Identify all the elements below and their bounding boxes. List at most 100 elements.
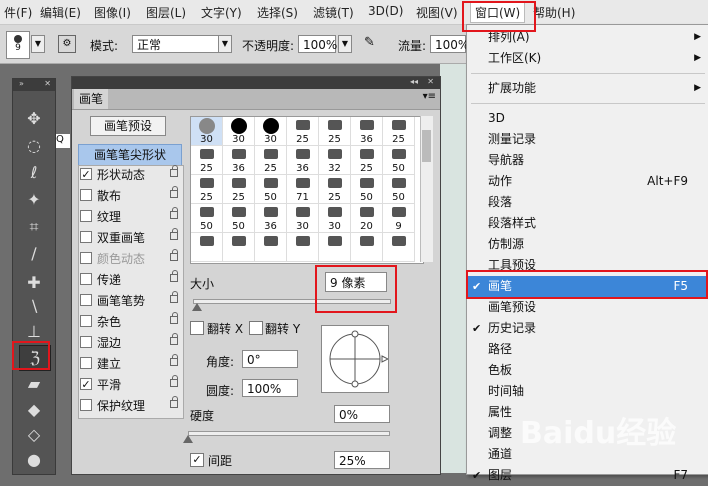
size-slider-thumb[interactable] [192,303,202,311]
brush-option-checkbox[interactable] [80,357,92,369]
angle-field[interactable]: 0° [242,350,298,368]
brush-preset-cell[interactable]: 71 [287,175,319,204]
crop-tool-icon[interactable]: ⌗ [19,215,49,239]
brush-option-row[interactable]: ✓ 平滑 [78,375,182,395]
window-menu-item[interactable]: 路径 [467,339,708,360]
brush-option-row[interactable]: 纹理 [78,207,182,227]
brush-presets-button[interactable]: 画笔预设 [90,116,166,136]
brush-option-checkbox[interactable] [80,315,92,327]
brush-preset-cell[interactable]: 25 [319,117,351,146]
window-menu-item[interactable]: ✔ 历史记录 [467,318,708,339]
spacing-field[interactable]: 25% [334,451,390,469]
eyedropper-tool-icon[interactable]: ∕ [19,242,49,266]
brush-option-row[interactable]: 传递 [78,270,182,290]
mode-dropdown-icon[interactable]: ▼ [218,35,232,53]
lock-icon[interactable] [170,186,178,198]
brush-preset-cell[interactable]: 25 [319,175,351,204]
brush-tip-shape-item[interactable]: 画笔笔尖形状 [78,144,182,166]
quick-select-tool-icon[interactable]: ✦ [19,188,49,212]
lock-icon[interactable] [170,228,178,240]
window-menu-item[interactable]: 色板 [467,360,708,381]
brush-option-row[interactable]: 保护纹理 [78,396,182,416]
window-menu-item[interactable]: 仿制源 [467,234,708,255]
brush-preset-cell[interactable]: 30 [223,117,255,146]
brush-preset-cell[interactable]: 30 [191,117,223,146]
brush-tool-icon[interactable]: ∖ [19,295,49,319]
lock-icon[interactable] [170,270,178,282]
brush-option-row[interactable]: 建立 [78,354,182,374]
panel-menu-icon[interactable]: ▾≡ [423,91,436,102]
menu-image[interactable]: 图像(I) [94,4,131,21]
brush-preset-cell[interactable]: 32 [319,146,351,175]
brush-preset-cell[interactable]: 30 [287,204,319,233]
angle-roundness-preview[interactable] [321,325,390,393]
brush-preset-cell[interactable]: 50 [191,204,223,233]
brush-panel-toggle-icon[interactable]: ⚙ [58,35,76,53]
brush-preset-cell[interactable] [351,233,383,262]
opacity-dropdown-icon[interactable]: ▼ [338,35,352,53]
brush-preset-cell[interactable] [255,233,287,262]
brush-preset-cell[interactable]: 25 [191,175,223,204]
brush-preset-cell[interactable]: 25 [351,146,383,175]
paint-bucket-tool-icon[interactable]: ◆ [19,398,49,422]
window-menu-item[interactable]: 测量记录 [467,129,708,150]
tab-brush[interactable]: 画笔 [74,89,108,109]
brush-option-checkbox[interactable] [80,294,92,306]
brush-preset-cell[interactable]: 50 [383,146,415,175]
brush-preset-cell[interactable] [223,233,255,262]
menu-type[interactable]: 文字(Y) [201,4,242,21]
brush-option-checkbox[interactable] [80,399,92,411]
marquee-tool-icon[interactable]: ◌ [19,134,49,158]
brush-option-row[interactable]: 双重画笔 [78,228,182,248]
eraser-tool-icon[interactable]: ▰ [19,372,49,396]
brush-preset-cell[interactable]: 50 [223,204,255,233]
window-menu-item[interactable]: 3D [467,108,708,129]
brush-preset-cell[interactable]: 30 [319,204,351,233]
brush-preset-cell[interactable] [191,233,223,262]
brush-preset-cell[interactable]: 25 [287,117,319,146]
brush-option-checkbox[interactable] [80,231,92,243]
lock-icon[interactable] [170,312,178,324]
flip-x-checkbox[interactable] [190,321,204,335]
brush-option-checkbox[interactable] [80,252,92,264]
hardness-field[interactable]: 0% [334,405,390,423]
dodge-tool-icon[interactable]: ● [19,448,49,472]
lock-icon[interactable] [170,165,178,177]
brush-preset-cell[interactable]: 25 [255,146,287,175]
lock-icon[interactable] [170,249,178,261]
scroll-thumb[interactable] [422,130,431,162]
brush-preset-cell[interactable] [383,233,415,262]
window-menu-item[interactable]: 画笔预设 [467,297,708,318]
window-menu-item[interactable]: 段落样式 [467,213,708,234]
brush-preset-cell[interactable]: 9 [383,204,415,233]
mode-select[interactable]: 正常 [132,35,220,53]
lock-icon[interactable] [170,291,178,303]
brush-preset-cell[interactable]: 25 [383,117,415,146]
brush-tip-presets[interactable]: 30 30 30 25 25 36 25 25 36 25 36 32 25 50 25 25 50 71 25 50… [190,116,424,264]
brush-option-checkbox[interactable] [80,336,92,348]
brush-option-checkbox[interactable] [80,210,92,222]
roundness-field[interactable]: 100% [242,379,298,397]
pressure-opacity-icon[interactable]: ✎ [364,35,380,51]
close-icon[interactable]: ✕ [44,79,51,88]
brush-preset-cell[interactable]: 50 [351,175,383,204]
brush-picker-arrow-icon[interactable]: ▼ [31,35,45,53]
brush-option-row[interactable]: 散布 [78,186,182,206]
menu-3d[interactable]: 3D(D) [368,4,403,18]
brush-preset-cell[interactable]: 25 [223,175,255,204]
brush-preset-cell[interactable] [319,233,351,262]
brush-preset-picker[interactable]: 9 [6,31,30,59]
lock-icon[interactable] [170,396,178,408]
panel-collapse-icon[interactable]: ◂◂ [410,77,418,86]
brush-preset-cell[interactable]: 36 [255,204,287,233]
spacing-checkbox[interactable]: ✓ [190,453,204,467]
brush-preset-cell[interactable]: 50 [383,175,415,204]
window-menu-item[interactable]: 时间轴 [467,381,708,402]
healing-tool-icon[interactable]: ✚ [19,271,49,295]
hardness-slider-thumb[interactable] [183,435,193,443]
brush-preset-cell[interactable]: 36 [287,146,319,175]
menu-layer[interactable]: 图层(L) [146,4,186,21]
brush-option-row[interactable]: 杂色 [78,312,182,332]
menu-file[interactable]: 件(F) [4,4,32,21]
flip-y-checkbox[interactable] [249,321,263,335]
